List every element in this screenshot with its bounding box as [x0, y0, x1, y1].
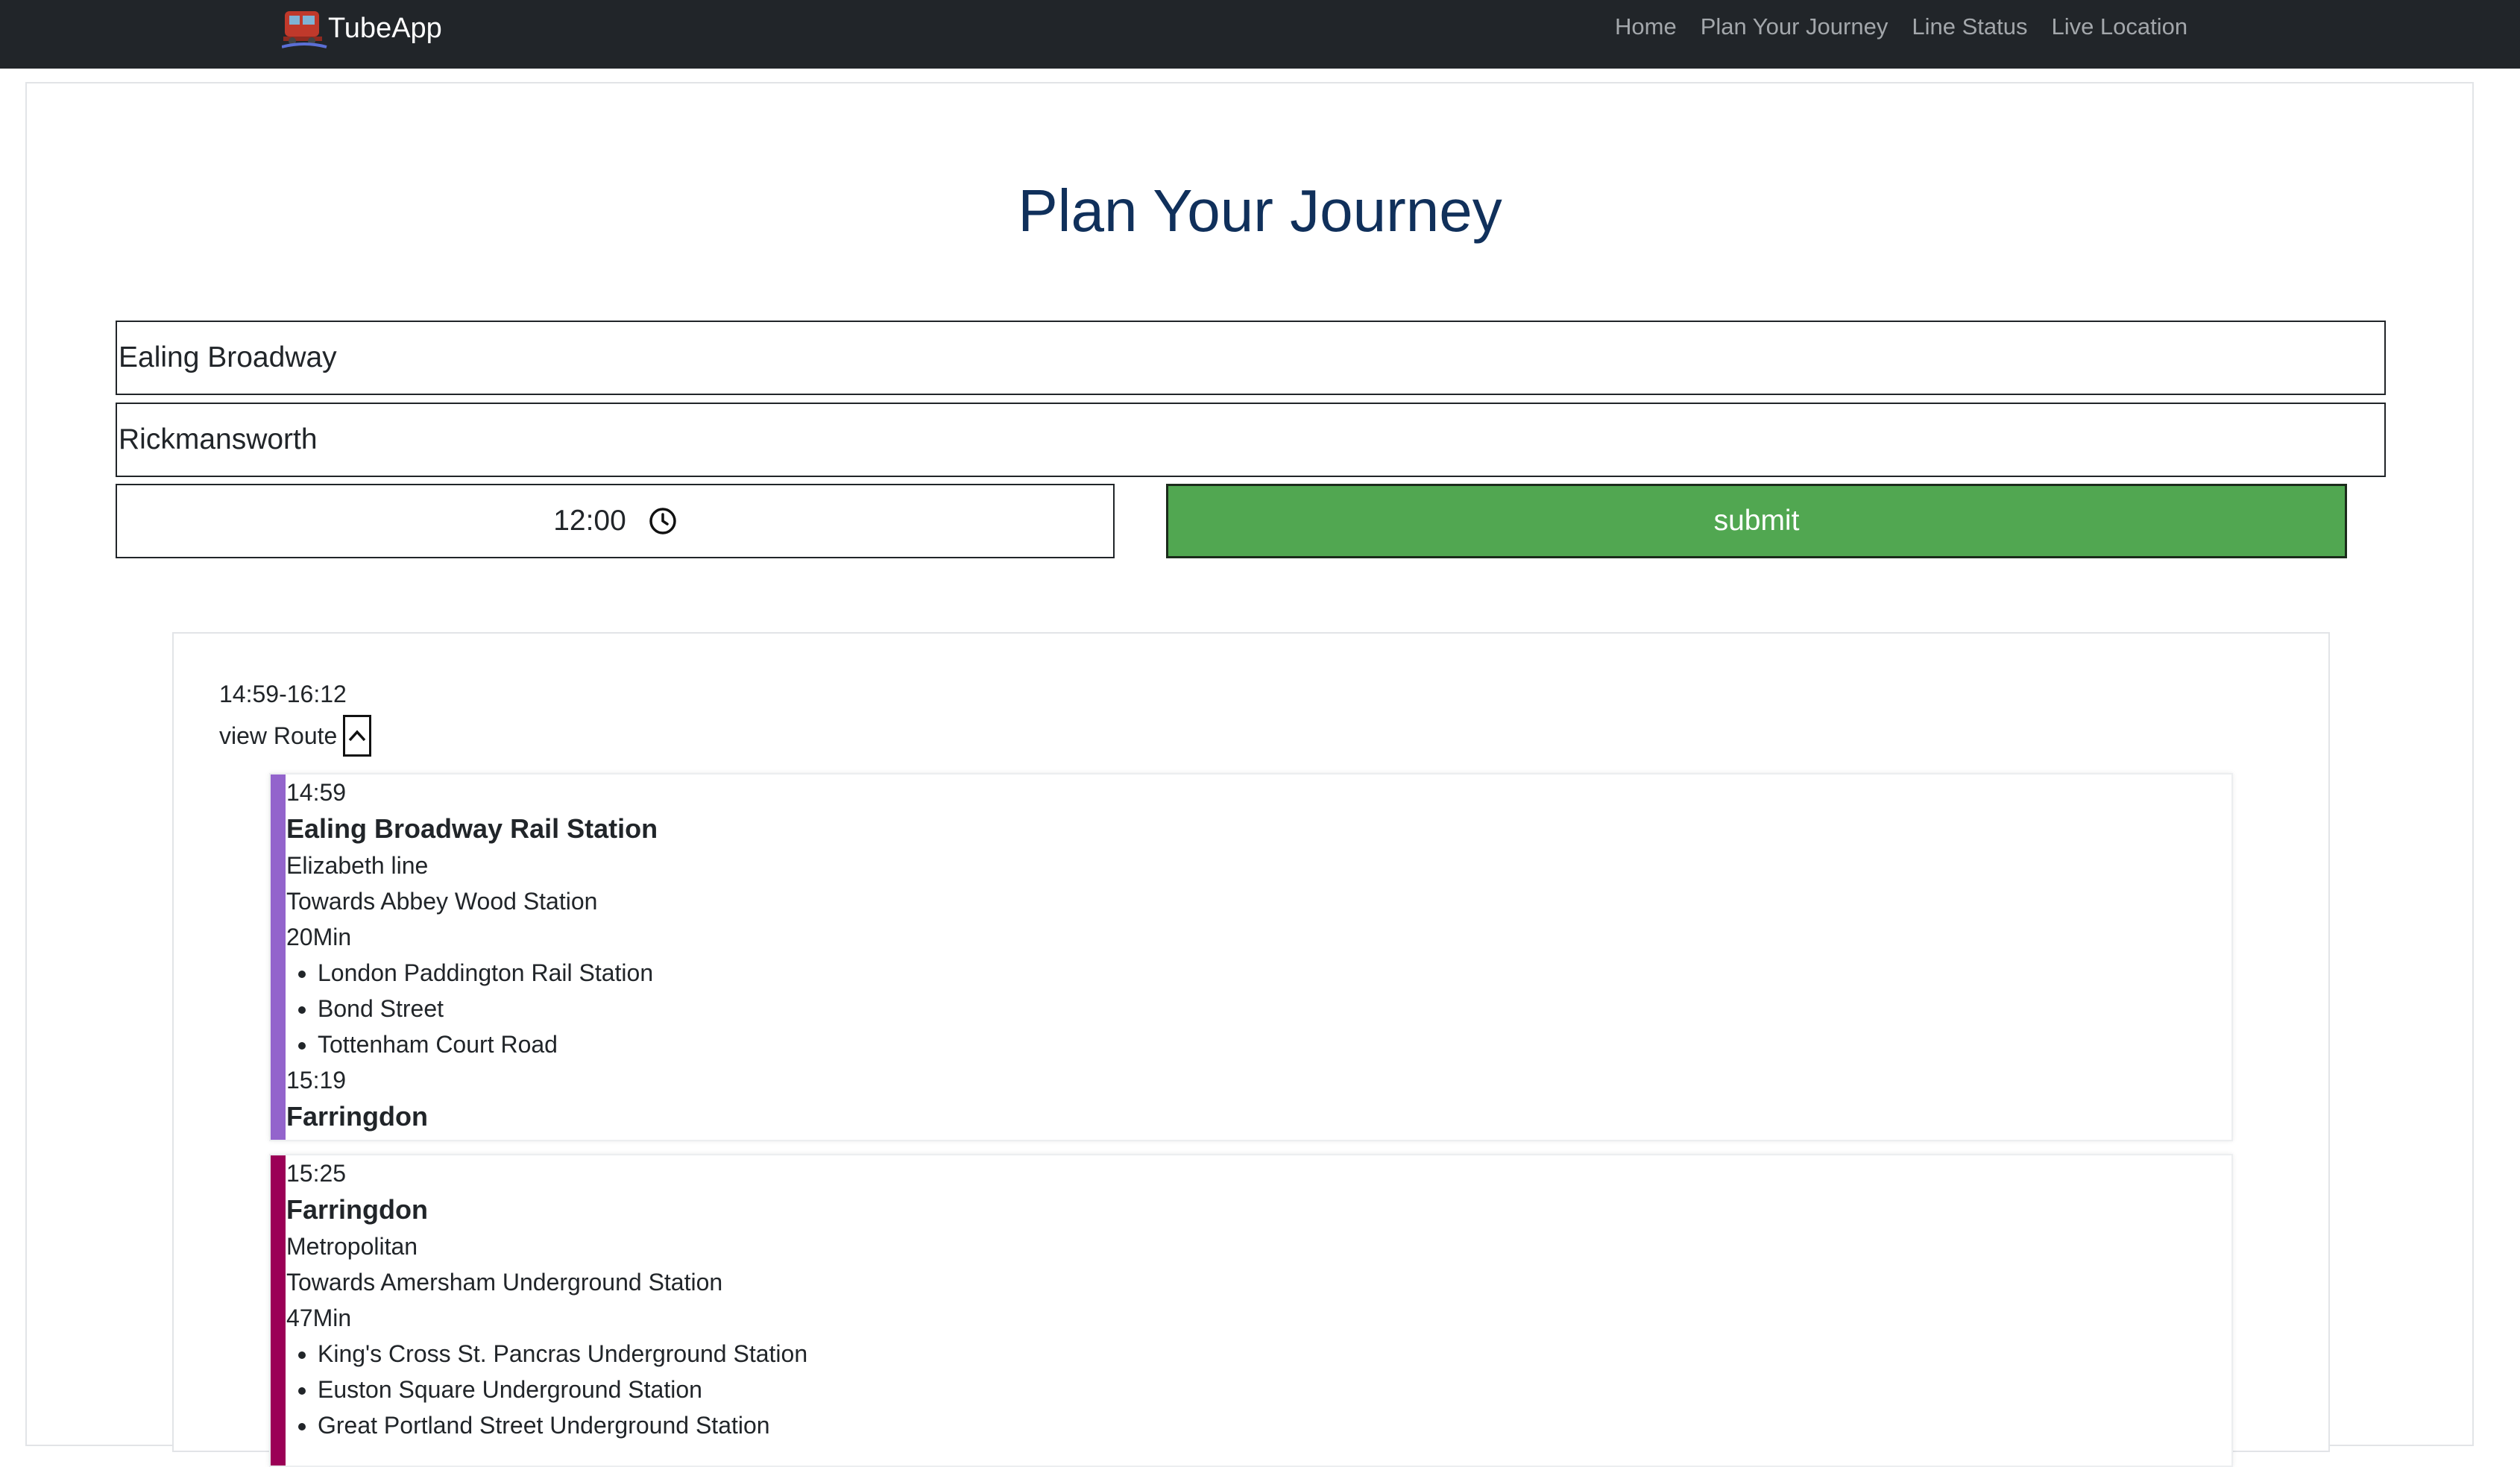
view-route-label: view Route [219, 722, 338, 749]
submit-button[interactable]: submit [1166, 484, 2347, 558]
nav-link-plan-journey[interactable]: Plan Your Journey [1689, 12, 1900, 42]
navbar: TubeApp Home Plan Your Journey Line Stat… [0, 0, 2520, 69]
arrival-station: Farringdon [286, 1101, 428, 1132]
line-name: Metropolitan [286, 1233, 418, 1260]
list-item: King's Cross St. Pancras Underground Sta… [318, 1336, 2231, 1372]
list-item: Tottenham Court Road [318, 1026, 2231, 1062]
view-route-row: view Route [219, 715, 372, 757]
list-item: Bond Street [318, 991, 2231, 1026]
time-value: 12:00 [553, 505, 626, 537]
brand-link[interactable]: TubeApp [282, 6, 442, 51]
nav-link-home[interactable]: Home [1603, 12, 1689, 42]
chevron-up-icon [349, 730, 366, 742]
list-item: Great Portland Street Underground Statio… [318, 1407, 2231, 1443]
intermediate-stops: London Paddington Rail Station Bond Stre… [286, 955, 2231, 1062]
from-station-input[interactable] [116, 321, 2386, 395]
list-item: London Paddington Rail Station [318, 955, 2231, 991]
list-item: Euston Square Underground Station [318, 1372, 2231, 1407]
time-input[interactable]: 12:00 [116, 484, 1115, 558]
clock-icon[interactable] [649, 507, 677, 535]
brand-name: TubeApp [328, 12, 442, 44]
line-name: Elizabeth line [286, 852, 429, 879]
departure-time: 15:25 [286, 1160, 347, 1187]
duration: 47Min [286, 1304, 352, 1331]
line-color-bar [271, 774, 286, 1140]
journey-leg: 15:25 Farringdon Metropolitan Towards Am… [269, 1154, 2233, 1467]
intermediate-stops: King's Cross St. Pancras Underground Sta… [286, 1336, 2231, 1443]
route-toggle-button[interactable] [343, 715, 372, 757]
nav-link-line-status[interactable]: Line Status [1900, 12, 2039, 42]
duration: 20Min [286, 924, 352, 950]
departure-time: 14:59 [286, 779, 347, 806]
departure-station: Farringdon [286, 1194, 428, 1225]
train-logo-icon [282, 11, 327, 48]
line-color-bar [271, 1155, 286, 1466]
direction: Towards Abbey Wood Station [286, 888, 598, 915]
journey-leg: 14:59 Ealing Broadway Rail Station Eliza… [269, 773, 2233, 1141]
page-title: Plan Your Journey [1018, 177, 1502, 244]
nav-link-live-location[interactable]: Live Location [2039, 12, 2199, 42]
journey-time-range: 14:59-16:12 [219, 681, 347, 707]
nav-links: Home Plan Your Journey Line Status Live … [1603, 12, 2199, 42]
direction: Towards Amersham Underground Station [286, 1269, 723, 1296]
to-station-input[interactable] [116, 403, 2386, 477]
departure-station: Ealing Broadway Rail Station [286, 813, 658, 844]
arrival-time: 15:19 [286, 1067, 347, 1094]
